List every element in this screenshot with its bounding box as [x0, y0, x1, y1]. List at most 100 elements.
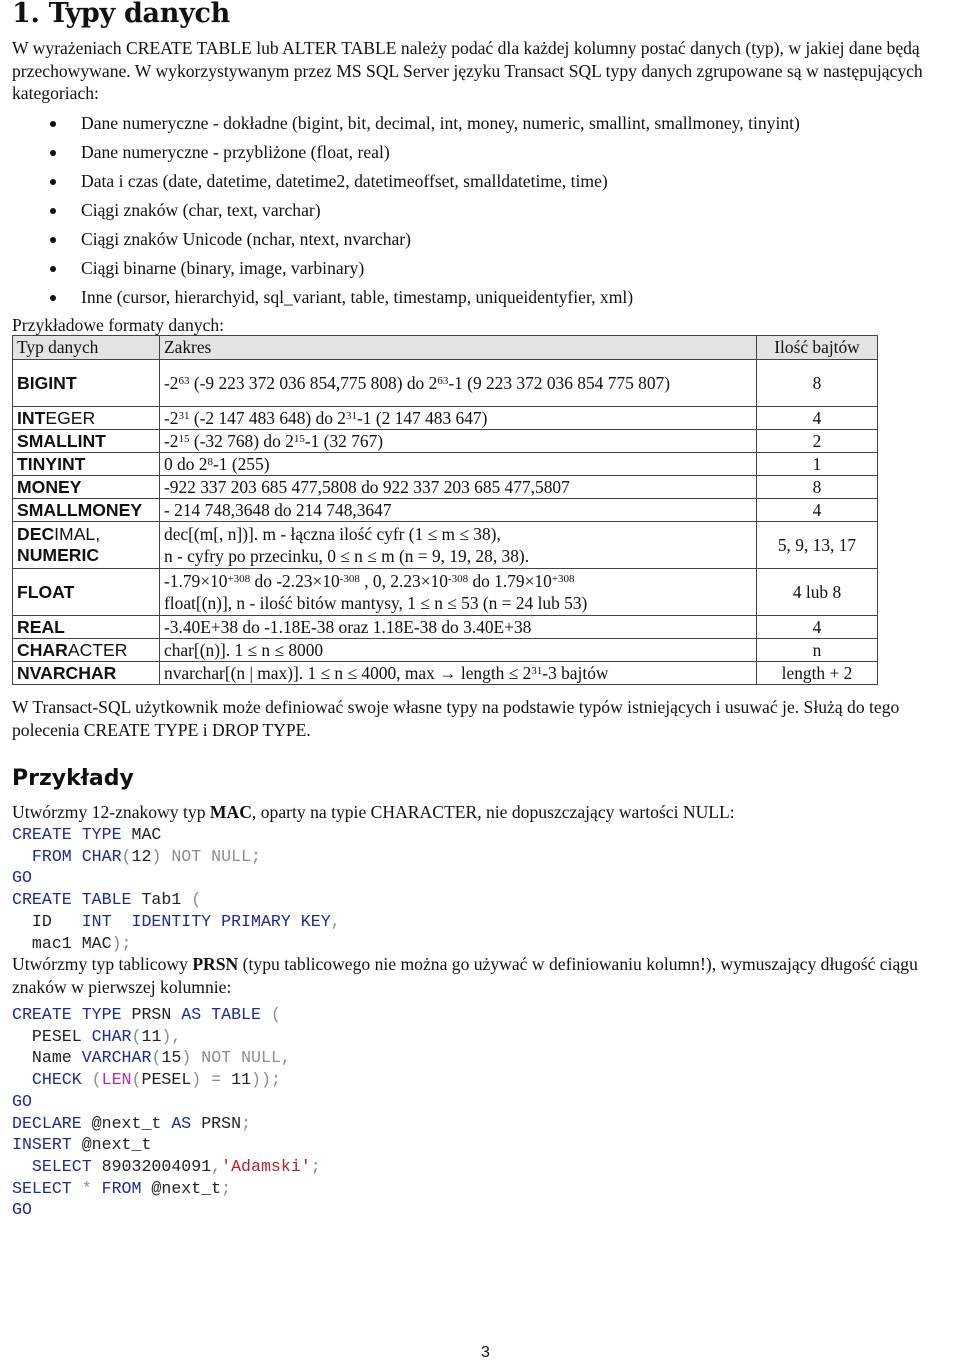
type-name-suffix: IMAL,	[54, 524, 101, 544]
code-line: CREATE TABLE Tab1 (	[12, 889, 341, 911]
code-text: PRSN	[191, 1113, 242, 1133]
table-row: TINYINT 0 do 28-1 (255) 1	[12, 452, 878, 476]
code-keyword: GO	[12, 1091, 32, 1111]
category-list: Dane numeryczne - dokładne (bigint, bit,…	[12, 109, 800, 312]
range-text: -1 (2 147 483 647)	[357, 408, 488, 428]
code-line: SELECT * FROM @next_t;	[12, 1178, 321, 1200]
bytes-cell: 8	[756, 359, 878, 407]
code-keyword: CHAR	[91, 1026, 132, 1046]
bullet-icon	[50, 121, 56, 127]
code-keyword: CREATE TYPE	[12, 825, 122, 844]
code-keyword: AS TABLE	[181, 1005, 261, 1024]
code-operator: *	[71, 1178, 102, 1198]
code-operator: ) NOT NULL,	[181, 1048, 291, 1068]
bullet-icon	[50, 150, 56, 156]
bytes-cell: 8	[756, 475, 878, 499]
code-line: CREATE TYPE PRSN AS TABLE (	[12, 1004, 321, 1026]
type-name-suffix: EGER	[45, 408, 96, 428]
code-line: GO	[12, 1091, 321, 1113]
code-line: DECLARE @next_t AS PRSN;	[12, 1113, 321, 1135]
table-row: MONEY -922 337 203 685 477,5808 do 922 33…	[12, 475, 878, 499]
code-operator: ),	[161, 1026, 182, 1046]
example2-description: Utwórzmy typ tablicowy PRSN (typu tablic…	[12, 954, 918, 997]
example1-description: Utwórzmy 12-znakowy typ MAC, oparty na t…	[12, 802, 735, 822]
range-text: do -2.23×10	[250, 571, 340, 591]
category-item: Data i czas (date, datetime, datetime2, …	[12, 167, 800, 196]
range-text: 0 do 2	[164, 454, 208, 474]
bytes-cell: 2	[756, 429, 878, 453]
range-text: do 1.79×10	[468, 571, 552, 591]
bytes-cell: n	[756, 638, 878, 662]
page-heading: 1. Typy danych	[12, 0, 230, 29]
code-keyword: AS	[171, 1113, 192, 1133]
bytes-cell: 4	[756, 615, 878, 639]
range-text: (-9 223 372 036 854,775 808) do 2	[189, 373, 438, 393]
code-text: 89032004091	[91, 1156, 212, 1176]
range-text: float[(n)], n - ilość bitów mantysy, 1 ≤…	[164, 593, 588, 613]
code-operator: ,	[330, 911, 341, 931]
code-operator: ;	[241, 1113, 252, 1133]
type-name-cell: CHARACTER	[12, 638, 160, 662]
code-operator: (	[131, 1026, 142, 1046]
type-name: CHAR	[17, 640, 68, 660]
code-line: GO	[12, 867, 341, 889]
range-cell: nvarchar[(n | max)]. 1 ≤ n ≤ 4000, max →…	[159, 661, 757, 685]
exponent: 31	[531, 665, 543, 677]
range-text: char[(n)]. 1 ≤ n ≤ 8000	[164, 640, 324, 660]
code-line: mac1 MAC);	[12, 933, 341, 955]
code-line: CREATE TYPE MAC	[12, 824, 341, 846]
range-cell: -3.40E+38 do -1.18E-38 oraz 1.18E-38 do …	[159, 615, 757, 639]
code-text: 11	[231, 1070, 252, 1090]
code-keyword: CREATE TABLE	[12, 890, 132, 910]
table-row: NVARCHAR nvarchar[(n | max)]. 1 ≤ n ≤ 400…	[12, 661, 878, 685]
range-cell: -263 (-9 223 372 036 854,775 808) do 263…	[159, 359, 757, 407]
table-row: INTEGER -231 (-2 147 483 648) do 231-1 (2…	[12, 406, 878, 430]
range-text: nvarchar[(n | max)]. 1 ≤ n ≤ 4000, max →…	[164, 663, 532, 683]
exponent: 15	[178, 433, 190, 445]
code-operator: (	[151, 1048, 162, 1068]
type-name: NVARCHAR	[17, 663, 117, 683]
table-row: SMALLINT -215 (-32 768) do 215-1 (32 767)…	[12, 429, 878, 453]
range-cell: dec[(m[, n])]. m - łączna ilość cyfr (1 …	[159, 521, 757, 569]
type-name-cell: MONEY	[12, 475, 160, 499]
exponent: 15	[293, 433, 305, 445]
column-header-type: Typ danych	[12, 335, 160, 360]
code-keyword: CHECK	[31, 1070, 82, 1090]
category-item: Ciągi znaków Unicode (nchar, ntext, nvar…	[12, 225, 800, 254]
type-name: INT	[17, 408, 46, 428]
table-row: FLOAT -1.79×10+308 do -2.23×10-308 , 0, 2…	[12, 568, 878, 616]
type-name-alt: NUMERIC	[17, 545, 100, 565]
code-text: @next_t	[141, 1178, 222, 1198]
bytes-cell: 4	[756, 498, 878, 522]
range-text: -3 bajtów	[542, 663, 609, 683]
category-item: Dane numeryczne - dokładne (bigint, bit,…	[12, 109, 800, 138]
udt-paragraph: W Transact-SQL użytkownik może definiowa…	[12, 697, 900, 740]
code-keyword: GO	[12, 1200, 32, 1220]
category-item: Ciągi znaków (char, text, varchar)	[12, 196, 800, 225]
exponent: 63	[437, 375, 449, 387]
range-text: n - cyfry po przecinku, 0 ≤ n ≤ m (n = 9…	[164, 546, 530, 566]
code-text: MAC	[121, 825, 162, 844]
range-text: -1.79×10	[164, 571, 228, 591]
code-operator: ;	[310, 1156, 321, 1176]
type-name-cell: DECIMAL, NUMERIC	[12, 521, 160, 569]
range-cell: 0 do 28-1 (255)	[159, 452, 757, 476]
code-keyword: VARCHAR	[81, 1048, 152, 1068]
type-name: TINYINT	[17, 454, 86, 474]
code-keyword: SELECT	[31, 1156, 92, 1176]
type-name-cell: NVARCHAR	[12, 661, 160, 685]
code-text: mac1 MAC	[12, 933, 112, 953]
code-operator: ));	[251, 1070, 281, 1090]
code-operator: );	[111, 933, 132, 953]
code-text: PESEL	[141, 1070, 192, 1090]
code-text: @next_t	[71, 1135, 152, 1155]
type-name-suffix: ACTER	[67, 640, 128, 660]
category-item: Ciągi binarne (binary, image, varbinary)	[12, 254, 800, 283]
type-name: MONEY	[17, 477, 82, 497]
code-keyword: GO	[12, 868, 32, 888]
range-text: -1 (9 223 372 036 854 775 807)	[448, 373, 671, 393]
code-keyword: DECLARE	[12, 1113, 82, 1133]
table-row: DECIMAL, NUMERIC dec[(m[, n])]. m - łączna…	[12, 521, 878, 569]
exponent: 31	[346, 410, 357, 422]
